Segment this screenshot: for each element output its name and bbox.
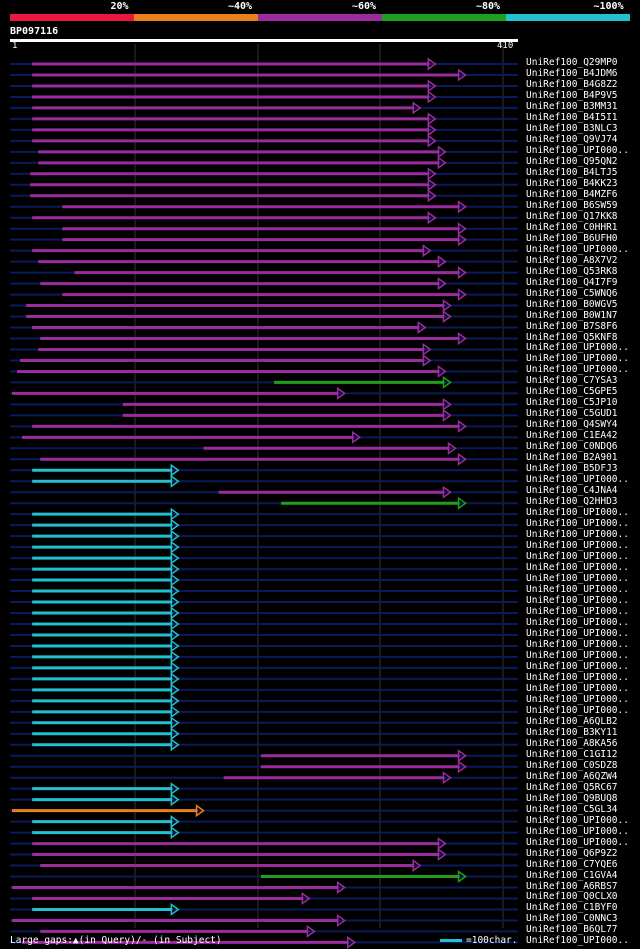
hit-label[interactable]: UniRef100_C7YQE6 <box>526 859 618 870</box>
hit-label[interactable]: UniRef100_B7S8F6 <box>526 321 618 332</box>
hit-label[interactable]: UniRef100_B3MM31 <box>526 101 618 112</box>
hit-label[interactable]: UniRef100_Q0CLX0 <box>526 892 618 902</box>
legend-segment-label: ~80% <box>476 1 501 12</box>
hit-label[interactable]: UniRef100_Q4I7F9 <box>526 277 618 288</box>
hit-label[interactable]: UniRef100_B6SW59 <box>526 200 618 211</box>
legend-segment-label: ~60% <box>352 1 377 12</box>
hit-label[interactable]: UniRef100_C0SDZ8 <box>526 760 618 771</box>
hit-label[interactable]: UniRef100_A6QZW4 <box>526 771 618 782</box>
hit-label[interactable]: UniRef100_B4MZF6 <box>526 189 618 200</box>
hit-label[interactable]: UniRef100_UPI000.. <box>526 244 629 255</box>
hit-label[interactable]: UniRef100_B4JDM6 <box>526 68 618 79</box>
hit-label[interactable]: UniRef100_UPI000.. <box>526 563 629 573</box>
hit-label[interactable]: UniRef100_B3KY11 <box>526 727 618 738</box>
hit-label[interactable]: UniRef100_UPI000.. <box>526 354 629 364</box>
hit-label[interactable]: UniRef100_Q17KK8 <box>526 211 618 222</box>
hit-label[interactable]: UniRef100_C5GL34 <box>526 804 618 815</box>
hit-label[interactable]: UniRef100_UPI000.. <box>526 365 629 375</box>
hit-label[interactable]: UniRef100_UPI000.. <box>526 541 629 551</box>
hit-label[interactable]: UniRef100_C5WNQ6 <box>526 288 618 299</box>
hit-label[interactable]: UniRef100_Q29MP0 <box>526 58 618 68</box>
hit-label[interactable]: UniRef100_B2A901 <box>526 453 618 463</box>
hit-label[interactable]: UniRef100_UPI000.. <box>526 596 629 606</box>
hit-label[interactable]: UniRef100_Q6P9Z2 <box>526 848 618 859</box>
hit-label[interactable]: UniRef100_C5GUD1 <box>526 409 618 419</box>
hit-label[interactable]: UniRef100_UPI000.. <box>526 661 629 672</box>
legend-segment-label: ~40% <box>228 1 253 12</box>
hit-label[interactable]: UniRef100_C5GPE5 <box>526 387 618 397</box>
hit-label[interactable]: UniRef100_UPI000.. <box>526 705 629 716</box>
hit-label[interactable]: UniRef100_UPI000.. <box>526 508 629 518</box>
hit-label[interactable]: UniRef100_A6QLB2 <box>526 716 618 727</box>
hit-label[interactable]: UniRef100_UPI000.. <box>526 530 629 540</box>
hit-label[interactable]: UniRef100_B3NLC3 <box>526 123 618 134</box>
hit-label[interactable]: UniRef100_C0NNC3 <box>526 914 618 924</box>
hit-label[interactable]: UniRef100_Q4SWY4 <box>526 420 618 430</box>
hit-label[interactable]: UniRef100_UPI000.. <box>526 519 629 529</box>
hit-label[interactable]: UniRef100_C1GI12 <box>526 749 618 760</box>
hit-label[interactable]: UniRef100_Q9VJ74 <box>526 134 618 145</box>
hit-label[interactable]: UniRef100_B6UFH0 <box>526 233 618 244</box>
hit-label[interactable]: UniRef100_Q9BUQ8 <box>526 793 618 804</box>
hit-label[interactable]: UniRef100_Q5RC67 <box>526 782 618 793</box>
hit-label[interactable]: UniRef100_A8X7V2 <box>526 255 618 266</box>
hit-label[interactable]: UniRef100_UPI000.. <box>526 475 629 485</box>
hit-label[interactable]: UniRef100_B4G8Z2 <box>526 79 618 90</box>
hit-label[interactable]: UniRef100_Q53RK8 <box>526 266 618 277</box>
legend-segment-label: ~100% <box>593 1 624 12</box>
hit-label[interactable]: UniRef100_C1BYF0 <box>526 903 618 913</box>
hit-label[interactable]: UniRef100_B4LTJ5 <box>526 167 618 178</box>
hit-label[interactable]: UniRef100_B4KK23 <box>526 178 618 189</box>
hit-label[interactable]: UniRef100_Q2HHD3 <box>526 497 618 507</box>
hit-label[interactable]: UniRef100_C4JNA4 <box>526 486 618 496</box>
hit-label[interactable]: UniRef100_UPI000.. <box>526 694 629 705</box>
hit-label[interactable]: UniRef100_C0NDQ6 <box>526 442 618 452</box>
hit-label[interactable]: UniRef100_A8KA56 <box>526 738 618 749</box>
hit-label[interactable]: UniRef100_UPI000.. <box>526 815 629 826</box>
hit-label[interactable]: UniRef100_B5DFJ3 <box>526 464 618 474</box>
hit-label[interactable]: UniRef100_UPI000.. <box>526 574 629 584</box>
hit-label[interactable]: UniRef100_UPI000.. <box>526 826 629 837</box>
hit-label[interactable]: UniRef100_UPI000.. <box>526 650 629 661</box>
hit-label[interactable]: UniRef100_UPI000.. <box>526 585 629 595</box>
hit-label[interactable]: UniRef100_B6QL77 <box>526 925 618 935</box>
hit-label[interactable]: UniRef100_B4P9V5 <box>526 90 618 101</box>
legend-segment-label: 20% <box>110 1 129 12</box>
hit-label[interactable]: UniRef100_UPI000.. <box>526 552 629 562</box>
hit-label[interactable]: UniRef100_Q95QN2 <box>526 156 618 167</box>
hit-label[interactable]: UniRef100_C7YSA3 <box>526 376 618 386</box>
scale-swatch <box>440 939 462 942</box>
hit-label[interactable]: UniRef100_UPI000.. <box>526 607 629 617</box>
scale-legend: =100char. <box>466 935 518 946</box>
hit-label[interactable]: UniRef100_UPI000.. <box>526 672 629 683</box>
hit-label[interactable]: UniRef100_UPI000.. <box>526 617 629 628</box>
hit-label[interactable]: UniRef100_UPI000.. <box>526 145 629 156</box>
hit-label[interactable]: UniRef100_A6RBS7 <box>526 881 618 892</box>
gaps-legend: Large gaps:▲(in Query)/- (in Subject) <box>10 935 222 946</box>
hit-label[interactable]: UniRef100_UPI000.. <box>526 936 629 946</box>
hit-label[interactable]: UniRef100_UPI000.. <box>526 628 629 639</box>
hit-label[interactable]: UniRef100_C1EA42 <box>526 431 618 441</box>
hit-label[interactable]: UniRef100_UPI000.. <box>526 639 629 650</box>
hit-label[interactable]: UniRef100_C5JP10 <box>526 398 618 408</box>
hit-label[interactable]: UniRef100_C1GVA4 <box>526 870 618 881</box>
hit-label[interactable]: UniRef100_B4I5I1 <box>526 112 618 123</box>
hit-label[interactable]: UniRef100_C0HHR1 <box>526 222 618 233</box>
hit-label[interactable]: UniRef100_UPI000.. <box>526 683 629 694</box>
hit-label[interactable]: UniRef100_B0W1N7 <box>526 310 618 321</box>
hit-label[interactable]: UniRef100_B0WGV5 <box>526 299 618 310</box>
hit-label[interactable]: UniRef100_UPI000.. <box>526 837 629 848</box>
hit-label[interactable]: UniRef100_UPI000.. <box>526 343 629 353</box>
hit-label[interactable]: UniRef100_Q5KNF8 <box>526 332 618 343</box>
